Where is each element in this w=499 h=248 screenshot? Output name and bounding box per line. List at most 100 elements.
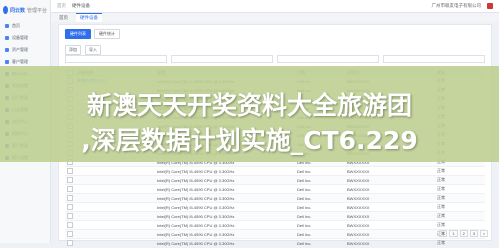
page-tabs: 首页 硬件设备	[51, 13, 499, 22]
table-cell[interactable]	[75, 166, 155, 176]
table-cell[interactable]	[75, 184, 155, 194]
row-checkbox[interactable]	[67, 195, 73, 201]
table-cell[interactable]	[75, 193, 155, 203]
table-cell: BWXXXXXX	[345, 166, 435, 176]
table-cell	[65, 229, 75, 239]
sidebar-item-label: 客户管理	[12, 59, 28, 64]
row-checkbox[interactable]	[67, 231, 73, 237]
breadcrumb-home[interactable]: 首页	[57, 3, 66, 9]
table-cell: BWXXXXXX	[345, 211, 435, 221]
table-row[interactable]: Intel(R) Core(TM) i5-4590 CPU @ 3.30GHzD…	[65, 175, 485, 185]
import-button[interactable]: 导入	[85, 45, 101, 55]
table-cell	[65, 202, 75, 212]
table-cell[interactable]	[75, 211, 155, 221]
pagination: <1 2 3 >	[439, 230, 489, 237]
filter-input[interactable]	[171, 55, 273, 63]
table-cell	[65, 238, 75, 248]
table-cell: BWXXXXXX	[345, 193, 435, 203]
filter-input[interactable]	[277, 55, 379, 63]
row-checkbox[interactable]	[67, 168, 73, 174]
overlay-banner: 新澳天天开奖资料大全旅游团 ,深层数据计划实施_CT6.229	[0, 66, 499, 162]
menu-icon	[5, 48, 9, 52]
table-cell	[65, 193, 75, 203]
table-cell: Dell Inc.	[295, 193, 345, 203]
row-checkbox[interactable]	[67, 222, 73, 228]
table-cell: Dell Inc.	[295, 166, 345, 176]
table-row[interactable]: Intel(R) Core(TM) i5-4590 CPU @ 3.30GHzD…	[65, 184, 485, 194]
subtab-hardware-list[interactable]: 硬件列表	[65, 29, 91, 39]
table-cell: Intel(R) Core(TM) i5-4590 CPU @ 3.30GHz	[155, 229, 295, 239]
logo-icon	[3, 6, 8, 14]
page-button[interactable]: 3	[469, 230, 479, 237]
app-logo[interactable]: 同云数 管理平台	[0, 0, 50, 20]
sidebar-item[interactable]: 设备管理	[0, 32, 50, 44]
table-cell: BWXXXXXX	[345, 229, 435, 239]
table-row[interactable]: Intel(R) Core(TM) i5-4590 CPU @ 3.30GHzD…	[65, 202, 485, 212]
row-checkbox[interactable]	[67, 177, 73, 183]
table-cell: BWXXXXXX	[345, 220, 435, 230]
table-cell[interactable]	[75, 202, 155, 212]
row-checkbox[interactable]	[67, 213, 73, 219]
table-cell: BWXXXXXX	[345, 184, 435, 194]
table-cell[interactable]	[75, 238, 155, 248]
page-button[interactable]: <	[439, 230, 448, 237]
filter-row	[65, 55, 485, 63]
add-button[interactable]: 添加	[65, 45, 81, 55]
filter-input[interactable]	[383, 55, 485, 63]
table-row[interactable]: Intel(R) Core(TM) i5-4590 CPU @ 3.30GHzD…	[65, 220, 485, 230]
top-bar: 首页 硬件设备 广州市联友电子有限公司	[51, 0, 499, 13]
row-checkbox[interactable]	[67, 240, 73, 246]
table-cell: Dell Inc.	[295, 211, 345, 221]
table-cell: Dell Inc.	[295, 202, 345, 212]
sub-tabs: 硬件列表 硬件统计	[59, 25, 491, 43]
page-button[interactable]: 1	[449, 230, 458, 237]
table-cell: 正常	[435, 175, 485, 185]
row-checkbox[interactable]	[67, 186, 73, 192]
sidebar-item-label: 资产管理	[12, 47, 28, 52]
table-cell: Dell Inc.	[295, 229, 345, 239]
table-row[interactable]: Intel(R) Core(TM) i5-4590 CPU @ 3.30GHzD…	[65, 211, 485, 221]
table-cell: Dell Inc.	[295, 184, 345, 194]
table-cell: Intel(R) Core(TM) i5-4590 CPU @ 3.30GHz	[155, 193, 295, 203]
table-cell: 正常	[435, 166, 485, 176]
sidebar-item[interactable]: 首页	[0, 20, 50, 32]
table-cell[interactable]	[75, 229, 155, 239]
banner-title-line-1: 新澳天天开奖资料大全旅游团	[86, 91, 412, 120]
table-cell: 正常	[435, 193, 485, 203]
table-cell: BWXXXXXX	[345, 175, 435, 185]
organization-name[interactable]: 广州市联友电子有限公司	[432, 3, 482, 9]
table-row[interactable]: Intel(R) Core(TM) i5-4590 CPU @ 3.30GHzD…	[65, 166, 485, 176]
table-cell: Dell Inc.	[295, 238, 345, 248]
table-cell: Intel(R) Core(TM) i5-4590 CPU @ 3.30GHz	[155, 211, 295, 221]
row-checkbox[interactable]	[67, 204, 73, 210]
table-cell[interactable]	[75, 220, 155, 230]
table-cell	[65, 211, 75, 221]
filter-input[interactable]	[65, 55, 167, 63]
sidebar-item-label: 设备管理	[12, 35, 28, 40]
table-cell: 正常	[435, 202, 485, 212]
table-cell: BWXXXXXX	[345, 238, 435, 248]
banner-title-line-2: ,深层数据计划实施_CT6.229	[81, 126, 418, 155]
table-cell[interactable]	[75, 175, 155, 185]
table-cell: BWXXXXXX	[345, 202, 435, 212]
page-button[interactable]: >	[480, 230, 489, 237]
table-cell: 正常	[435, 211, 485, 221]
menu-icon	[5, 60, 9, 64]
subtab-hardware-stats[interactable]: 硬件统计	[94, 29, 120, 39]
table-cell: 正常	[435, 238, 485, 248]
table-row[interactable]: Intel(R) Core(TM) i5-4590 CPU @ 3.30GHzD…	[65, 229, 485, 239]
table-cell: Intel(R) Core(TM) i5-4590 CPU @ 3.30GHz	[155, 175, 295, 185]
menu-icon	[5, 36, 9, 40]
tab-home[interactable]: 首页	[55, 14, 72, 22]
sidebar-item[interactable]: 资产管理	[0, 44, 50, 56]
table-cell	[65, 166, 75, 176]
tab-hardware[interactable]: 硬件设备	[76, 13, 102, 22]
table-cell	[65, 175, 75, 185]
table-row[interactable]: Intel(R) Core(TM) i5-4590 CPU @ 3.30GHzD…	[65, 238, 485, 248]
page-button[interactable]: 2	[459, 230, 468, 237]
table-cell: 正常	[435, 220, 485, 230]
logout-icon[interactable]	[487, 3, 493, 9]
table-cell: Intel(R) Core(TM) i5-4590 CPU @ 3.30GHz	[155, 238, 295, 248]
table-row[interactable]: Intel(R) Core(TM) i5-4590 CPU @ 3.30GHzD…	[65, 193, 485, 203]
table-cell	[65, 220, 75, 230]
